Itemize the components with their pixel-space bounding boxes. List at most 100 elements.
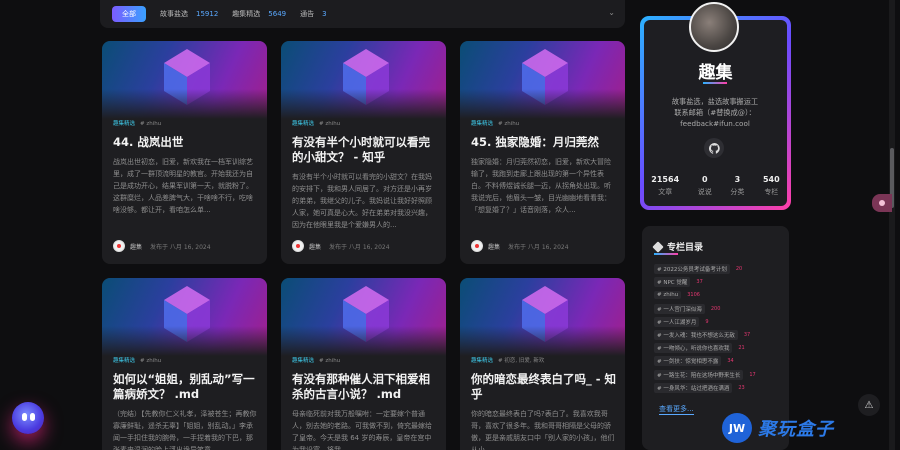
post-tag[interactable]: # zhihu bbox=[319, 358, 340, 364]
post-tag[interactable]: # 初恋, 旧爱, 新欢 bbox=[498, 358, 544, 364]
post-card[interactable]: 趣集精选 # zhihu 44. 战岚出世 战岚出世初恋，旧爱，新欢我在一档军训综… bbox=[102, 41, 267, 264]
post-title[interactable]: 44. 战岚出世 bbox=[113, 135, 259, 150]
view-more-link[interactable]: 查看更多... bbox=[659, 404, 694, 415]
post-title[interactable]: 有没有那种催人泪下相爱相杀的古言小说？ .md bbox=[292, 372, 438, 402]
title-underline bbox=[654, 253, 678, 255]
site-name[interactable]: 趣集 bbox=[642, 58, 789, 83]
post-category[interactable]: 趣集精选 bbox=[113, 121, 135, 127]
side-float-button[interactable] bbox=[872, 194, 892, 212]
post-tags: 趣集精选 # 初恋, 旧爱, 新欢 bbox=[471, 356, 544, 364]
watermark-badge: JW bbox=[722, 413, 752, 443]
post-card[interactable]: 趣集精选 # 初恋, 旧爱, 新欢 你的暗恋最终表白了吗_ - 知乎 你的暗恋最终… bbox=[460, 278, 625, 450]
post-excerpt: 战岚出世初恋，旧爱，新欢我在一档军训综艺里，成了一群顶流明星的教官。开始我还为自… bbox=[113, 158, 253, 214]
site-avatar[interactable] bbox=[689, 2, 739, 52]
filter-featured-count: 5649 bbox=[268, 10, 287, 18]
post-thumbnail bbox=[460, 41, 625, 119]
column-item[interactable]: # NPC 觉醒 37 bbox=[654, 277, 784, 288]
post-title[interactable]: 你的暗恋最终表白了吗_ - 知乎 bbox=[471, 372, 617, 402]
post-thumbnail bbox=[460, 278, 625, 356]
cube-icon bbox=[164, 286, 210, 342]
post-category[interactable]: 趣集精选 bbox=[113, 358, 135, 364]
chatbot-mascot-icon[interactable] bbox=[12, 402, 44, 434]
post-tags: 趣集精选 # zhihu bbox=[113, 356, 161, 364]
column-item[interactable]: # zhihu 3106 bbox=[654, 290, 784, 300]
post-category[interactable]: 趣集精选 bbox=[292, 121, 314, 127]
post-thumbnail bbox=[102, 41, 267, 119]
post-date: 发布于 八月 16, 2024 bbox=[329, 243, 390, 251]
post-excerpt: 母亲临死前对我万般嘱咐：一定要嫁个普通人，别去她的老路。可我做不到，倚究最嫁给了… bbox=[292, 410, 432, 450]
cube-icon bbox=[343, 286, 389, 342]
tag-icon bbox=[652, 240, 664, 253]
column-item[interactable]: # 一剑扶：惊觉相思不露 34 bbox=[654, 356, 784, 367]
post-card[interactable]: 趣集精选 # zhihu 有没有那种催人泪下相爱相杀的古言小说？ .md 母亲临死… bbox=[281, 278, 446, 450]
cube-icon bbox=[164, 49, 210, 105]
filter-featured-label[interactable]: 趣集精选 bbox=[232, 9, 260, 19]
author-name[interactable]: 趣集 bbox=[130, 242, 142, 251]
post-tag[interactable]: # zhihu bbox=[140, 121, 161, 127]
filter-story-count: 15912 bbox=[196, 10, 219, 18]
post-footer: 趣集 发布于 八月 16, 2024 bbox=[292, 240, 390, 252]
column-items: # 2022公务员考试备考计划 20 # NPC 觉醒 37 # zhihu 3106… bbox=[654, 264, 784, 396]
post-footer: 趣集 发布于 八月 16, 2024 bbox=[113, 240, 211, 252]
title-underline bbox=[703, 82, 727, 84]
profile-stats: 21564 文章 0 说说 3 分类 540 专栏 bbox=[642, 175, 789, 197]
column-item[interactable]: # 2022公务员考试备考计划 20 bbox=[654, 264, 784, 274]
post-date: 发布于 八月 16, 2024 bbox=[150, 243, 211, 251]
stat-columns[interactable]: 540 专栏 bbox=[763, 175, 780, 197]
post-thumbnail bbox=[102, 278, 267, 356]
author-name[interactable]: 趣集 bbox=[309, 242, 321, 251]
post-excerpt: 有没有半个小时就可以看完的小甜文？在我妈的安排下，我和男人同居了。对方还是小再岁… bbox=[292, 173, 432, 229]
stat-moments[interactable]: 0 说说 bbox=[698, 175, 712, 197]
author-avatar[interactable] bbox=[471, 240, 483, 252]
post-footer: 趣集 发布于 八月 16, 2024 bbox=[471, 240, 569, 252]
post-card[interactable]: 趣集精选 # zhihu 45. 独家隐婚：月归莞然 独家隐婚：月归莞然初恋，旧爱… bbox=[460, 41, 625, 264]
filter-notice-count: 3 bbox=[322, 10, 327, 18]
cube-icon bbox=[343, 49, 389, 105]
post-tag[interactable]: # zhihu bbox=[498, 121, 519, 127]
column-item[interactable]: # 一路生花：陪在这场中野来生长 17 bbox=[654, 369, 784, 380]
author-avatar[interactable] bbox=[292, 240, 304, 252]
expand-chevron-icon[interactable]: ⌄ bbox=[608, 8, 615, 17]
column-item[interactable]: # 一吻倾心，听说你也喜欢我 21 bbox=[654, 343, 784, 354]
post-tag[interactable]: # zhihu bbox=[140, 358, 161, 364]
post-excerpt: 你的暗恋最终表白了吗?表白了。我喜欢我哥哥，喜欢了很多年。我和哥哥相隔是父母的骄… bbox=[471, 410, 615, 450]
post-category[interactable]: 趣集精选 bbox=[471, 121, 493, 127]
post-title[interactable]: 如何以“姐姐，别乱动”写一篇病娇文？ .md bbox=[113, 372, 259, 402]
post-tags: 趣集精选 # zhihu bbox=[471, 119, 519, 127]
post-tag[interactable]: # zhihu bbox=[319, 121, 340, 127]
stat-articles[interactable]: 21564 文章 bbox=[651, 175, 679, 197]
desc-line: 联系邮箱（#替换成@）： bbox=[674, 108, 756, 117]
author-avatar[interactable] bbox=[113, 240, 125, 252]
post-category[interactable]: 趣集精选 bbox=[471, 358, 493, 364]
warning-icon[interactable]: ⚠ bbox=[858, 394, 880, 416]
column-item[interactable]: # 一人江湖岁月 9 bbox=[654, 316, 784, 327]
column-item[interactable]: # 一人宫门深似海 200 bbox=[654, 303, 784, 314]
column-item[interactable]: # 一身风华：站过把酒在满酒 23 bbox=[654, 382, 784, 393]
post-excerpt: （完结）【先教你仁义礼孝，泽被苍生；再教你寡廉鲜耻，遥杀无辜】「姐姐，别乱动。」… bbox=[113, 410, 257, 450]
post-card[interactable]: 趣集精选 # zhihu 如何以“姐姐，别乱动”写一篇病娇文？ .md （完结）【… bbox=[102, 278, 267, 450]
post-thumbnail bbox=[281, 278, 446, 356]
post-card[interactable]: 趣集精选 # zhihu 有没有半个小时就可以看完的小甜文？ - 知乎 有没有半个… bbox=[281, 41, 446, 264]
category-filter-bar: 全部 故事盐选 15912 趣集精选 5649 通告 3 ⌄ bbox=[100, 0, 625, 28]
watermark-text: 聚玩盒子 bbox=[758, 419, 834, 440]
post-tags: 趣集精选 # zhihu bbox=[292, 356, 340, 364]
column-list-title: 专栏目录 bbox=[652, 240, 703, 253]
post-tags: 趣集精选 # zhihu bbox=[113, 119, 161, 127]
post-date: 发布于 八月 16, 2024 bbox=[508, 243, 569, 251]
post-title[interactable]: 有没有半个小时就可以看完的小甜文？ - 知乎 bbox=[292, 135, 438, 165]
stat-categories[interactable]: 3 分类 bbox=[730, 175, 744, 197]
github-icon[interactable] bbox=[704, 138, 724, 158]
column-item[interactable]: # 一发入魂：我也不想这么无敌 37 bbox=[654, 329, 784, 340]
post-category[interactable]: 趣集精选 bbox=[292, 358, 314, 364]
post-thumbnail bbox=[281, 41, 446, 119]
cube-icon bbox=[522, 49, 568, 105]
cube-icon bbox=[522, 286, 568, 342]
desc-line: 故事盐选，盐选故事搬运工 bbox=[671, 97, 759, 106]
watermark-logo: JW 聚玩盒子 bbox=[722, 410, 834, 446]
author-name[interactable]: 趣集 bbox=[488, 242, 500, 251]
filter-notice-label[interactable]: 通告 bbox=[300, 9, 314, 19]
post-title[interactable]: 45. 独家隐婚：月归莞然 bbox=[471, 135, 617, 150]
filter-story-label[interactable]: 故事盐选 bbox=[160, 9, 188, 19]
scrollbar-track[interactable] bbox=[889, 0, 895, 450]
filter-all-button[interactable]: 全部 bbox=[112, 6, 146, 22]
